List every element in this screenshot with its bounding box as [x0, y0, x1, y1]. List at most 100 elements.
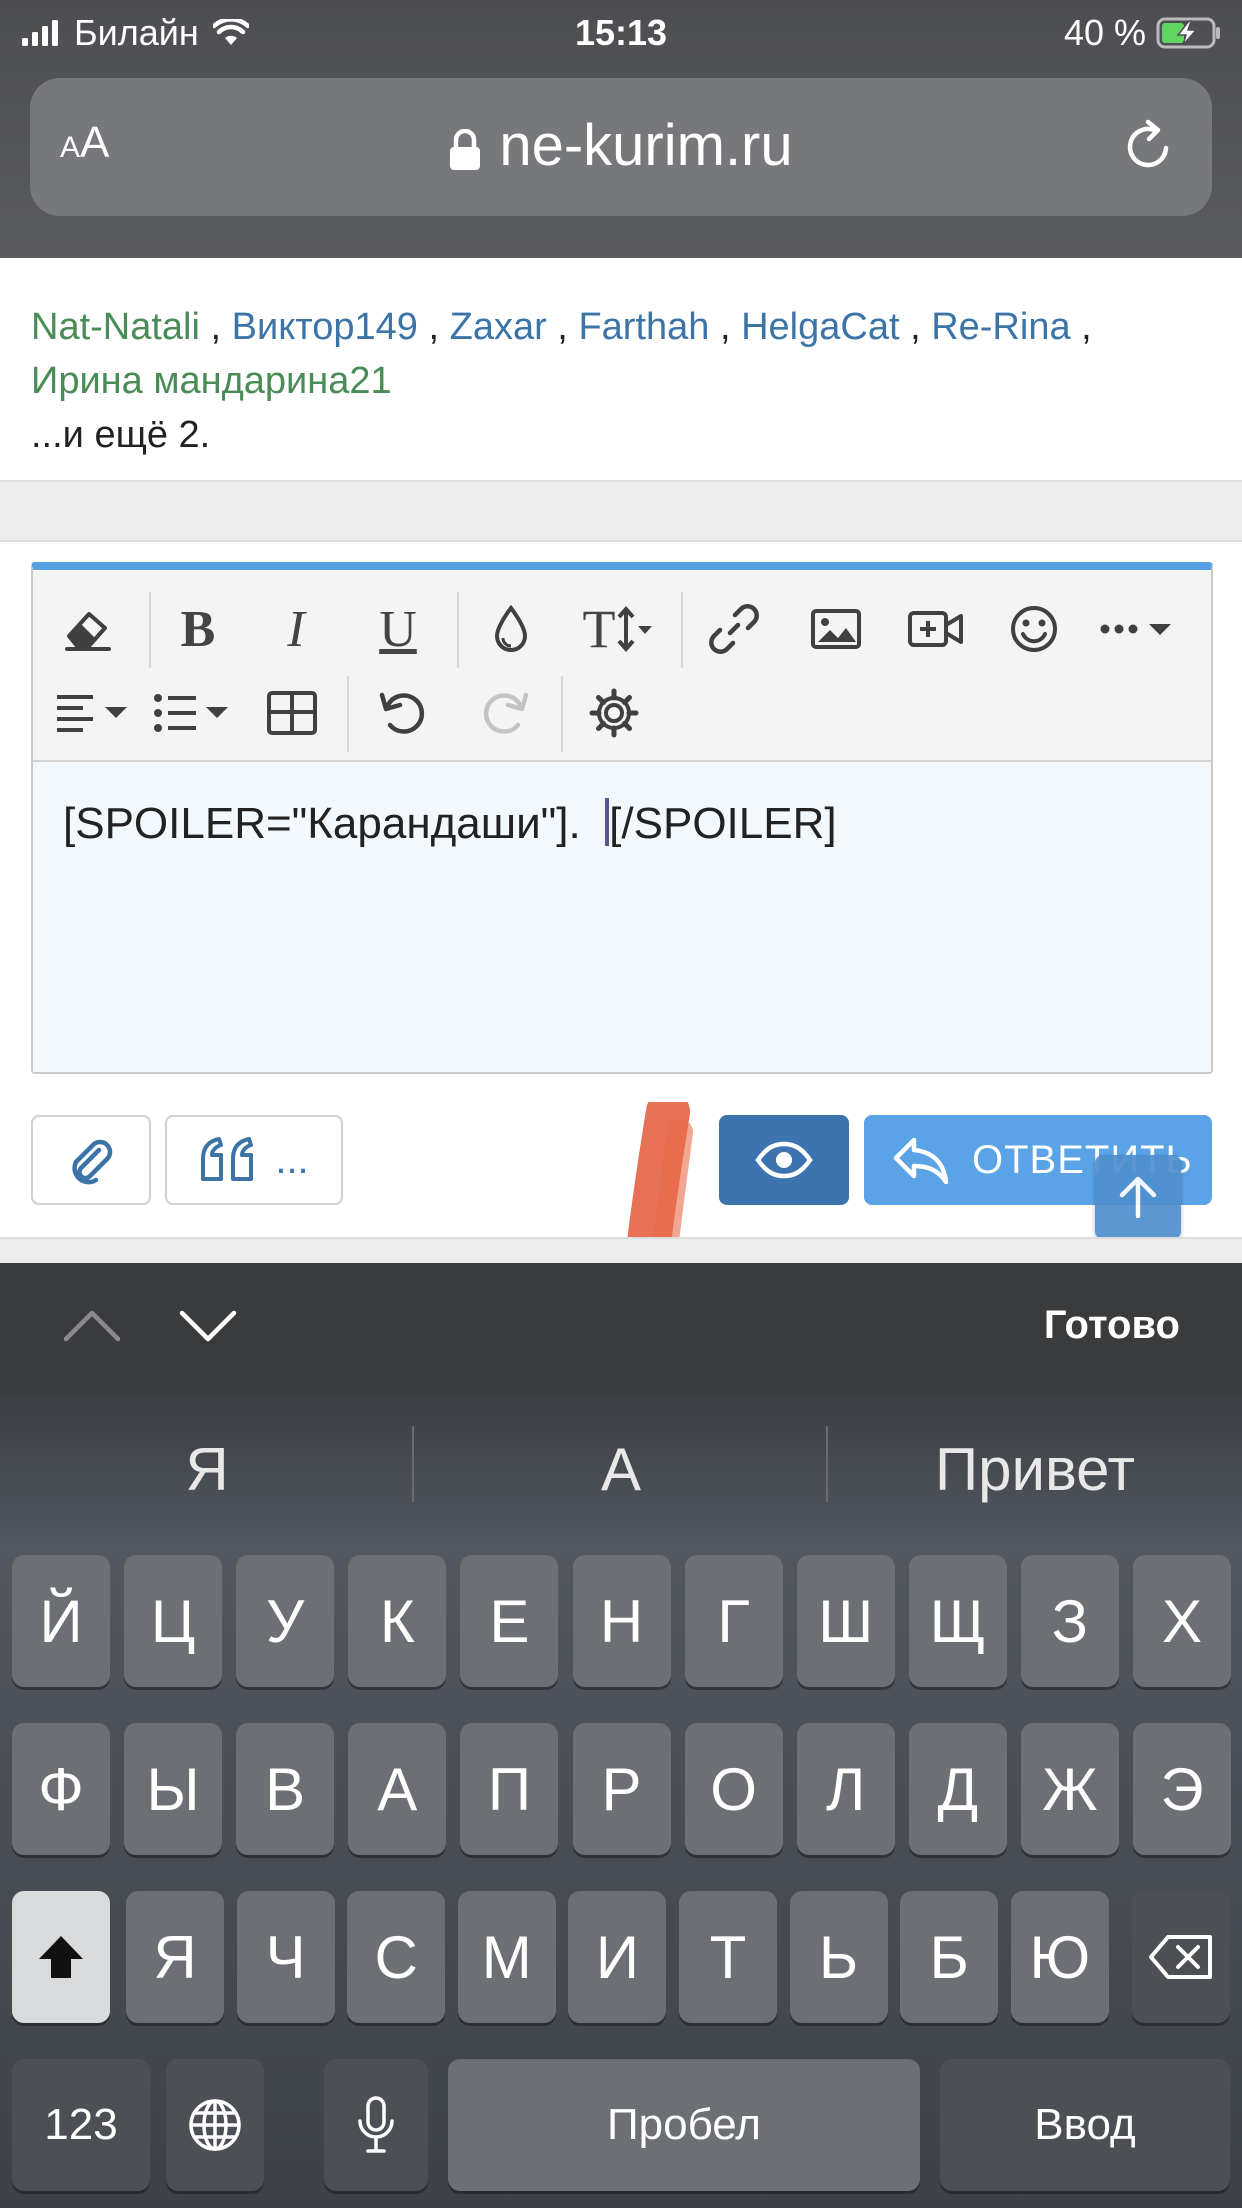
likes-block: Nat-Natali , Виктор149 , Zaxar , Farthah… — [0, 258, 1242, 482]
letter-key[interactable]: В — [236, 1723, 335, 1855]
likes-list: Nat-Natali , Виктор149 , Zaxar , Farthah… — [31, 300, 1211, 462]
redo-icon[interactable] — [471, 678, 541, 748]
liker-name[interactable]: Re-Rina — [931, 306, 1070, 348]
numbers-key[interactable]: 123 — [12, 2059, 150, 2191]
font-size-icon[interactable]: T — [573, 594, 663, 664]
quote-icon — [201, 1137, 254, 1181]
preview-button[interactable] — [719, 1115, 849, 1205]
editor-content[interactable]: [SPOILER="Карандаши"]. [/SPOILER] — [33, 762, 1211, 1072]
more-icon[interactable] — [1095, 594, 1179, 664]
liker-name[interactable]: Farthah — [578, 306, 709, 348]
italic-icon[interactable]: I — [261, 594, 331, 664]
backspace-key[interactable] — [1132, 1891, 1230, 2023]
liker-name[interactable]: HelgaCat — [741, 306, 899, 348]
backspace-icon — [1149, 1935, 1212, 1979]
letter-key[interactable]: Б — [900, 1891, 999, 2023]
url-display[interactable]: ne-kurim.ru — [30, 110, 1212, 182]
link-icon[interactable] — [699, 594, 769, 664]
editor-toolbar: B I U T — [33, 570, 1211, 762]
letter-key[interactable]: А — [348, 1723, 447, 1855]
image-icon[interactable] — [801, 594, 871, 664]
attach-files-button[interactable] — [31, 1115, 151, 1205]
page-bottom-strip — [0, 1237, 1242, 1265]
liker-name[interactable]: Ирина мандарина21 — [31, 360, 392, 402]
underline-icon[interactable]: U — [363, 594, 433, 664]
suggestion-3[interactable]: Привет — [828, 1395, 1242, 1543]
eraser-icon[interactable] — [53, 594, 123, 664]
letter-key[interactable]: Т — [679, 1891, 777, 2023]
globe-key[interactable] — [166, 2059, 264, 2191]
battery-percent: 40 % — [1063, 12, 1146, 53]
reply-arrow-icon — [893, 1137, 949, 1184]
microphone-key[interactable] — [324, 2059, 428, 2191]
letter-key[interactable]: Ы — [124, 1723, 223, 1855]
paperclip-icon — [72, 1139, 113, 1185]
letter-key[interactable]: У — [236, 1555, 335, 1687]
letter-key[interactable]: Д — [908, 1723, 1007, 1855]
enter-key[interactable]: Ввод — [940, 2059, 1230, 2191]
letter-key[interactable]: Г — [684, 1555, 783, 1687]
likes-more[interactable]: ...и ещё 2. — [31, 408, 1211, 462]
smiley-icon[interactable] — [999, 594, 1069, 664]
clock: 15:13 — [574, 12, 668, 53]
suggestion-1[interactable]: Я — [0, 1395, 414, 1543]
letter-key[interactable]: М — [457, 1891, 556, 2023]
letter-key[interactable]: З — [1020, 1555, 1119, 1687]
liker-separator: , — [1070, 306, 1092, 348]
settings-icon[interactable] — [579, 678, 649, 748]
letter-key[interactable]: Н — [572, 1555, 671, 1687]
insert-quotes-button[interactable]: ... — [165, 1115, 343, 1205]
letter-key[interactable]: Ц — [124, 1555, 223, 1687]
letter-key[interactable]: Я — [126, 1891, 224, 2023]
color-drop-icon[interactable] — [476, 594, 546, 664]
done-button[interactable]: Готово — [1044, 1303, 1180, 1348]
toolbar-separator — [681, 592, 683, 668]
letter-key[interactable]: Х — [1133, 1555, 1231, 1687]
letter-key[interactable]: Е — [460, 1555, 559, 1687]
letter-key[interactable]: Ь — [789, 1891, 888, 2023]
editor-text: [SPOILER="Карандаши"]. [/SPOILER] — [63, 798, 837, 848]
rich-text-editor: B I U T [SPOILER="Карандаши"]. [/SPOILER… — [31, 562, 1213, 1074]
letter-key[interactable]: Р — [572, 1723, 671, 1855]
chevron-down-icon[interactable] — [178, 1305, 238, 1345]
liker-name[interactable]: Zaxar — [450, 306, 547, 348]
video-icon[interactable] — [901, 594, 971, 664]
lock-icon — [450, 128, 481, 170]
letter-key[interactable]: Ю — [1010, 1891, 1109, 2023]
reload-icon[interactable] — [1122, 118, 1176, 174]
align-icon[interactable] — [51, 678, 135, 748]
chevron-up-icon[interactable] — [62, 1305, 122, 1345]
letter-key[interactable]: Л — [796, 1723, 895, 1855]
letter-key[interactable]: Ф — [12, 1723, 110, 1855]
battery-charging-icon — [1156, 17, 1220, 49]
eye-icon — [755, 1141, 813, 1179]
liker-name[interactable]: Nat-Natali — [31, 306, 200, 348]
letter-key[interactable]: О — [684, 1723, 783, 1855]
toolbar-separator — [347, 676, 349, 752]
ios-keyboard: Готово Я А Привет ЙЦУКЕНГШЩЗХФЫВАПРОЛДЖЭ… — [0, 1263, 1242, 2208]
scroll-to-top-button[interactable] — [1095, 1155, 1181, 1239]
liker-separator: , — [899, 306, 932, 348]
shift-icon — [39, 1936, 83, 1978]
letter-key[interactable]: Э — [1133, 1723, 1231, 1855]
table-icon[interactable] — [257, 678, 327, 748]
address-bar[interactable]: AA ne-kurim.ru — [30, 78, 1212, 216]
bold-icon[interactable]: B — [163, 594, 233, 664]
letter-key[interactable]: Й — [12, 1555, 110, 1687]
letter-key[interactable]: Ч — [236, 1891, 335, 2023]
letter-key[interactable]: К — [348, 1555, 447, 1687]
status-bar-right: 40 % — [1064, 8, 1222, 58]
letter-key[interactable]: Ш — [796, 1555, 895, 1687]
letter-key[interactable]: С — [347, 1891, 446, 2023]
letter-key[interactable]: Ж — [1020, 1723, 1119, 1855]
suggestion-2[interactable]: А — [414, 1395, 828, 1543]
liker-separator: , — [546, 306, 579, 348]
letter-key[interactable]: П — [460, 1723, 559, 1855]
letter-key[interactable]: Щ — [908, 1555, 1007, 1687]
list-icon[interactable] — [151, 678, 235, 748]
space-key[interactable]: Пробел — [448, 2059, 920, 2191]
letter-key[interactable]: И — [568, 1891, 667, 2023]
undo-icon[interactable] — [367, 678, 437, 748]
shift-key[interactable] — [12, 1891, 110, 2023]
liker-name[interactable]: Виктор149 — [232, 306, 418, 348]
